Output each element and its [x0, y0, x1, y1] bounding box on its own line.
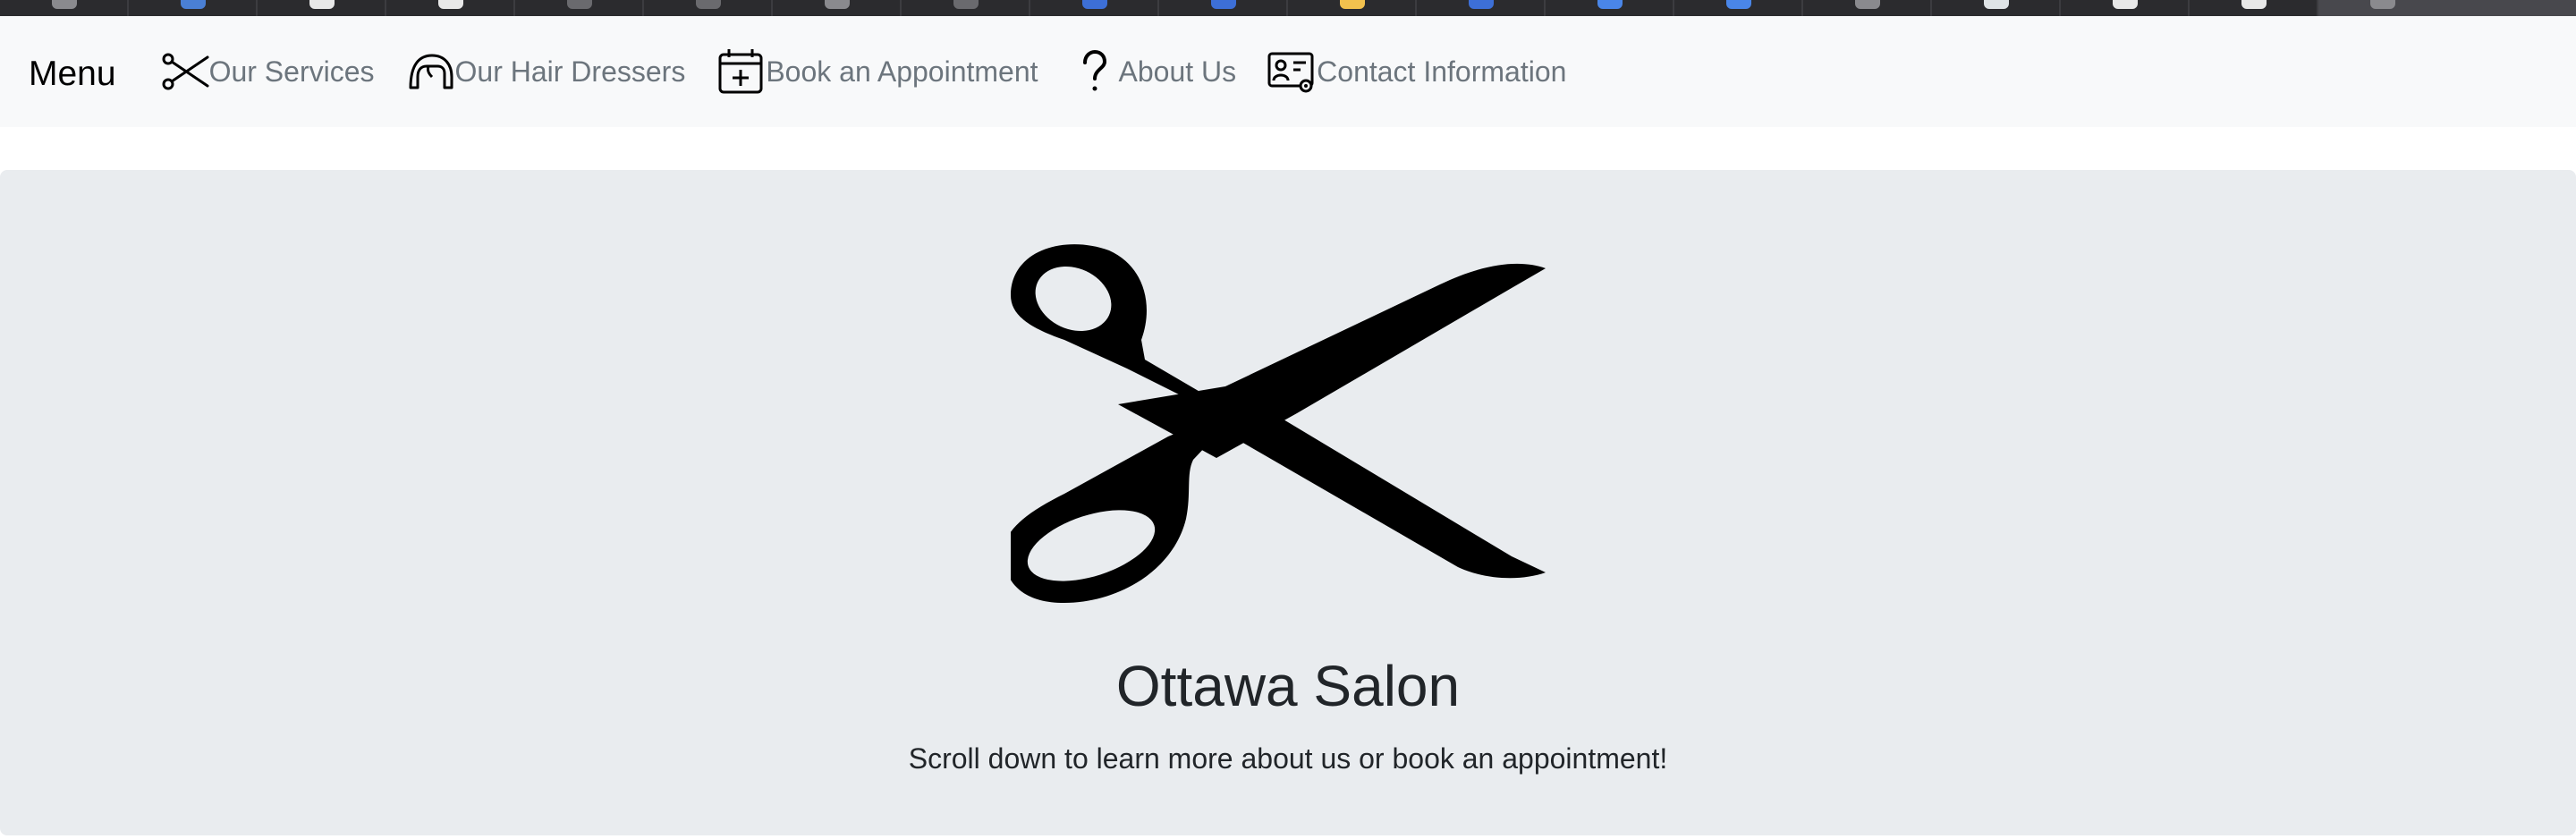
tab-favicon-icon — [567, 0, 592, 9]
contact-card-icon — [1267, 52, 1314, 93]
tab-favicon-icon — [2113, 0, 2138, 9]
nav-item-our-services[interactable]: Our Services — [159, 47, 375, 97]
tab-favicon-icon — [181, 0, 206, 9]
browser-tab[interactable] — [515, 0, 644, 16]
tab-favicon-icon — [696, 0, 721, 9]
scissors-icon — [162, 53, 209, 90]
navbar: Menu Our Services Our Hair Dressers Book… — [0, 16, 2576, 127]
tab-favicon-icon — [52, 0, 77, 9]
tab-favicon-icon — [953, 0, 979, 9]
browser-tab[interactable] — [0, 0, 129, 16]
browser-tab[interactable] — [1159, 0, 1288, 16]
hero-subtitle: Scroll down to learn more about us or bo… — [908, 742, 1668, 775]
browser-tab[interactable] — [386, 0, 515, 16]
browser-tab[interactable] — [1030, 0, 1159, 16]
browser-tab[interactable] — [129, 0, 258, 16]
tab-favicon-icon — [1340, 0, 1365, 9]
browser-tab[interactable] — [258, 0, 386, 16]
tab-favicon-icon — [1469, 0, 1494, 9]
browser-tab-strip — [0, 0, 2576, 16]
tab-favicon-icon — [1984, 0, 2009, 9]
browser-tab[interactable] — [2061, 0, 2190, 16]
nav-item-label: Our Services — [208, 55, 375, 88]
browser-tab[interactable] — [2318, 0, 2576, 16]
tab-favicon-icon — [1211, 0, 1236, 9]
hero-banner: Ottawa Salon Scroll down to learn more a… — [0, 170, 2576, 835]
tab-favicon-icon — [825, 0, 850, 9]
browser-tab[interactable] — [1288, 0, 1417, 16]
browser-tab[interactable] — [1546, 0, 1674, 16]
browser-tab[interactable] — [1417, 0, 1546, 16]
tab-favicon-icon — [1855, 0, 1880, 9]
nav-item-about-us[interactable]: About Us — [1069, 47, 1237, 97]
tab-favicon-icon — [2241, 0, 2267, 9]
browser-tab[interactable] — [2190, 0, 2318, 16]
browser-tab[interactable] — [1803, 0, 1932, 16]
browser-tab[interactable] — [1674, 0, 1803, 16]
nav-item-our-hair-dressers[interactable]: Our Hair Dressers — [405, 47, 686, 97]
browser-tab[interactable] — [773, 0, 902, 16]
browser-tab[interactable] — [902, 0, 1030, 16]
tab-favicon-icon — [2370, 0, 2395, 9]
navbar-brand[interactable]: Menu — [29, 55, 116, 94]
nav-item-book-appointment[interactable]: Book an Appointment — [716, 47, 1038, 97]
browser-tab[interactable] — [1932, 0, 2061, 16]
nav-item-label: About Us — [1118, 55, 1237, 88]
nav-item-label: Our Hair Dressers — [454, 55, 686, 88]
browser-tab[interactable] — [644, 0, 773, 16]
tab-favicon-icon — [1726, 0, 1751, 9]
nav-item-label: Contact Information — [1317, 55, 1567, 88]
tab-favicon-icon — [1597, 0, 1623, 9]
hair-icon — [409, 54, 453, 89]
nav-item-label: Book an Appointment — [766, 55, 1038, 88]
calendar-plus-icon — [718, 49, 763, 94]
tab-favicon-icon — [438, 0, 463, 9]
tab-favicon-icon — [309, 0, 335, 9]
tab-favicon-icon — [1082, 0, 1107, 9]
nav-item-contact-information[interactable]: Contact Information — [1267, 47, 1566, 97]
question-icon — [1082, 49, 1106, 91]
page-title: Ottawa Salon — [1115, 654, 1461, 718]
scissors-logo — [1011, 244, 1546, 603]
